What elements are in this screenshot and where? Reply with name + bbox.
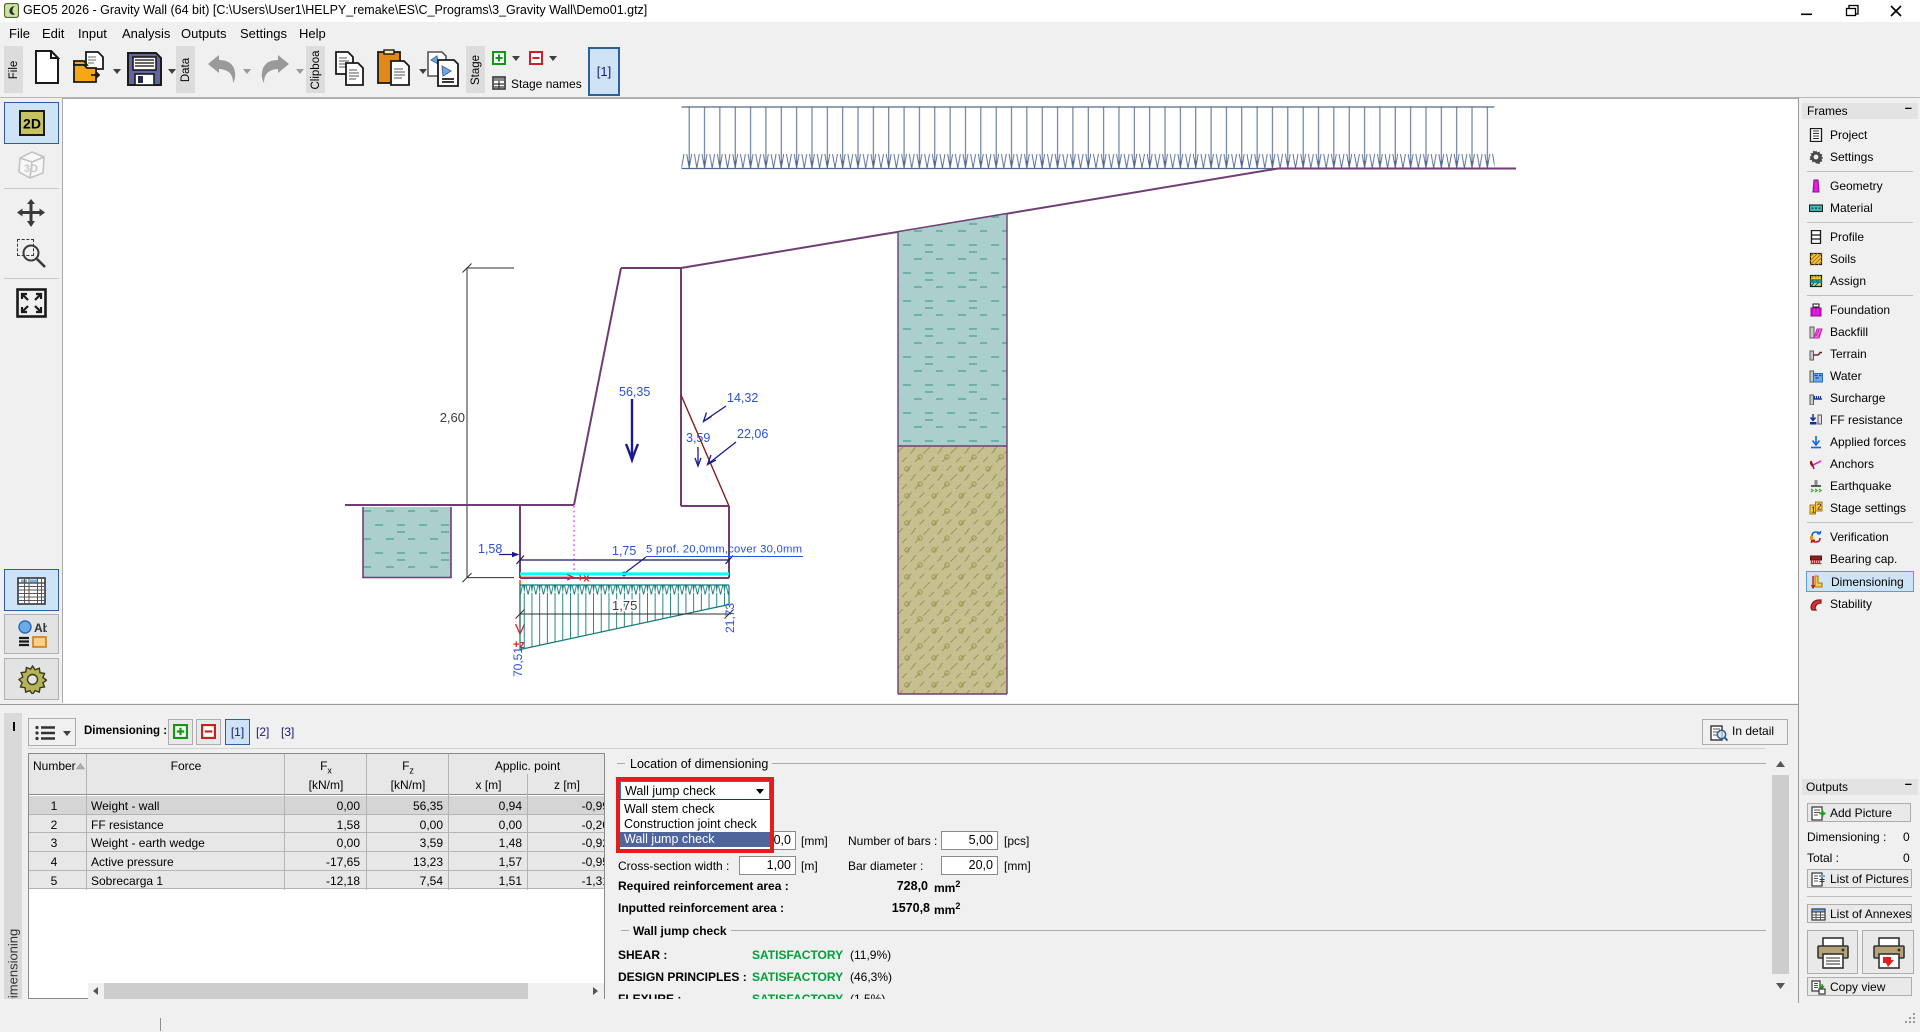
svg-text:1,75: 1,75 bbox=[612, 544, 636, 558]
svg-text:3D: 3D bbox=[24, 163, 38, 175]
svg-text:14,32: 14,32 bbox=[727, 391, 758, 405]
svg-text:5 prof. 20,0mm,cover 30,0mm: 5 prof. 20,0mm,cover 30,0mm bbox=[646, 544, 802, 556]
svg-text:70,51: 70,51 bbox=[511, 647, 525, 677]
svg-text:Ab: Ab bbox=[34, 621, 47, 635]
svg-text:1,58: 1,58 bbox=[478, 542, 502, 556]
svg-text:1,75: 1,75 bbox=[612, 598, 637, 613]
svg-text:2,60: 2,60 bbox=[440, 410, 465, 425]
svg-text:56,35: 56,35 bbox=[619, 385, 650, 399]
svg-text:22,06: 22,06 bbox=[737, 427, 768, 441]
svg-text:2D: 2D bbox=[23, 116, 41, 132]
svg-text:21,73: 21,73 bbox=[723, 603, 737, 633]
svg-text:2: 2 bbox=[1817, 503, 1822, 512]
svg-text:3,59: 3,59 bbox=[686, 431, 710, 445]
svg-text:+x: +x bbox=[577, 573, 590, 585]
